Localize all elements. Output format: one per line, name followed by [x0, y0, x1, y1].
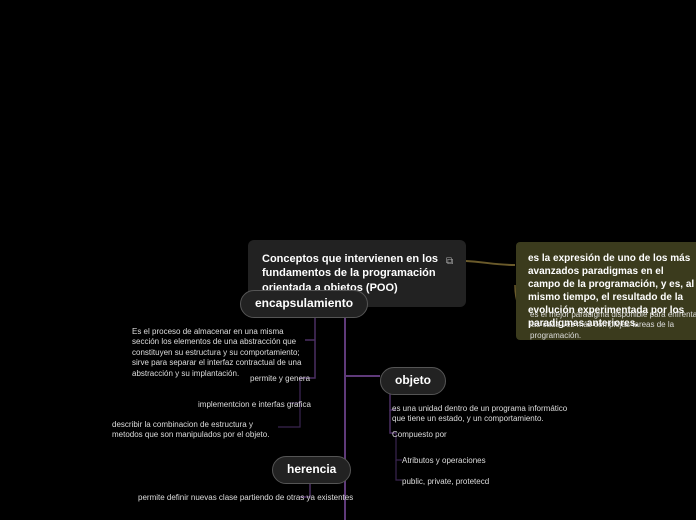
- encaps-desc-node[interactable]: Es el proceso de almacenar en una misma …: [132, 327, 310, 379]
- objeto-access-text: public, private, protetecd: [402, 477, 489, 486]
- objeto-attr-node[interactable]: Atributos y operaciones: [402, 456, 486, 466]
- objeto-comp-text: Compuesto por: [392, 430, 447, 439]
- herencia-desc-text: permite definir nuevas clase partiendo d…: [138, 493, 353, 502]
- encaps-describe-node[interactable]: describir la combinacion de estructura y…: [112, 420, 277, 441]
- herencia-label: herencia: [287, 462, 336, 476]
- encaps-impl-node[interactable]: implementcion e interfas grafica: [198, 400, 311, 410]
- root-title: Conceptos que intervienen en los fundame…: [262, 253, 438, 294]
- encapsulamiento-node[interactable]: encapsulamiento: [240, 290, 368, 318]
- external-link-icon[interactable]: ⧉: [446, 256, 453, 267]
- best-paradigm-text: es el mejor paradigma disponible para en…: [530, 310, 696, 340]
- encaps-impl-text: implementcion e interfas grafica: [198, 400, 311, 409]
- encaps-describe-text: describir la combinacion de estructura y…: [112, 420, 269, 439]
- encaps-permits-node[interactable]: permite y genera: [250, 374, 310, 384]
- herencia-node[interactable]: herencia: [272, 456, 351, 484]
- encapsulamiento-label: encapsulamiento: [255, 296, 353, 310]
- best-paradigm-node[interactable]: es el mejor paradigma disponible para en…: [530, 310, 696, 341]
- objeto-access-node[interactable]: public, private, protetecd: [402, 477, 489, 487]
- objeto-desc-node[interactable]: es una unidad dentro de un programa info…: [392, 404, 572, 425]
- encaps-desc-text: Es el proceso de almacenar en una misma …: [132, 327, 301, 378]
- objeto-attr-text: Atributos y operaciones: [402, 456, 486, 465]
- objeto-desc-text: es una unidad dentro de un programa info…: [392, 404, 567, 423]
- objeto-node[interactable]: objeto: [380, 367, 446, 395]
- encaps-permits-text: permite y genera: [250, 374, 310, 383]
- herencia-desc-node[interactable]: permite definir nuevas clase partiendo d…: [138, 493, 353, 503]
- objeto-comp-node[interactable]: Compuesto por: [392, 430, 447, 440]
- objeto-label: objeto: [395, 373, 431, 387]
